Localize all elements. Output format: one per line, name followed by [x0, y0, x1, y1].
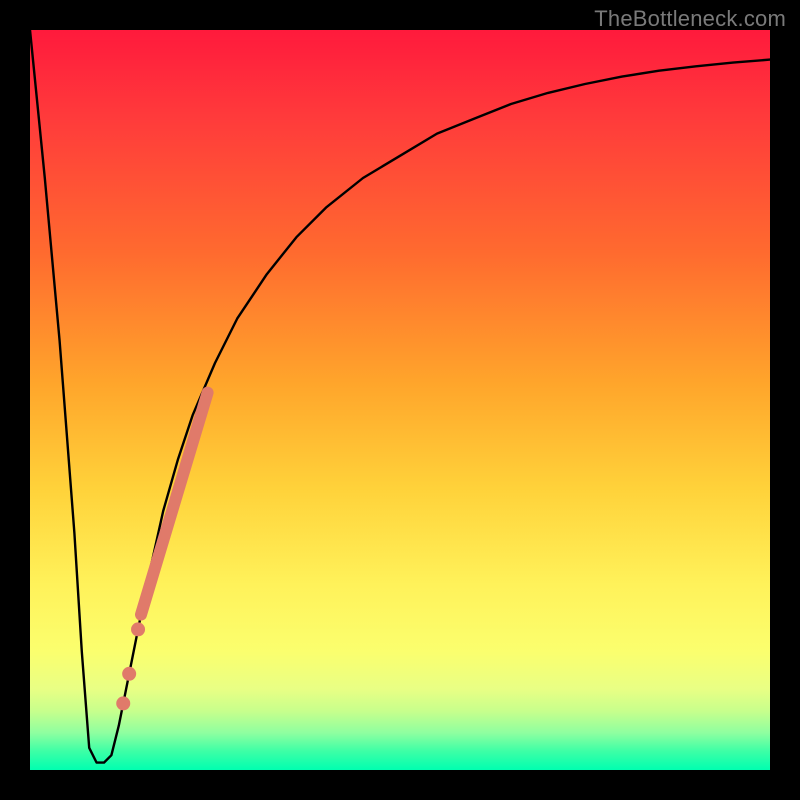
chart-svg: [30, 30, 770, 770]
highlight-dot-1: [131, 622, 145, 636]
highlight-segment: [141, 393, 208, 615]
chart-frame: TheBottleneck.com: [0, 0, 800, 800]
bottleneck-curve: [30, 30, 770, 763]
watermark-text: TheBottleneck.com: [594, 6, 786, 32]
curve-group: [30, 30, 770, 763]
highlight-group: [116, 393, 207, 711]
plot-area: [30, 30, 770, 770]
highlight-dot-3: [116, 696, 130, 710]
highlight-dot-2: [122, 667, 136, 681]
